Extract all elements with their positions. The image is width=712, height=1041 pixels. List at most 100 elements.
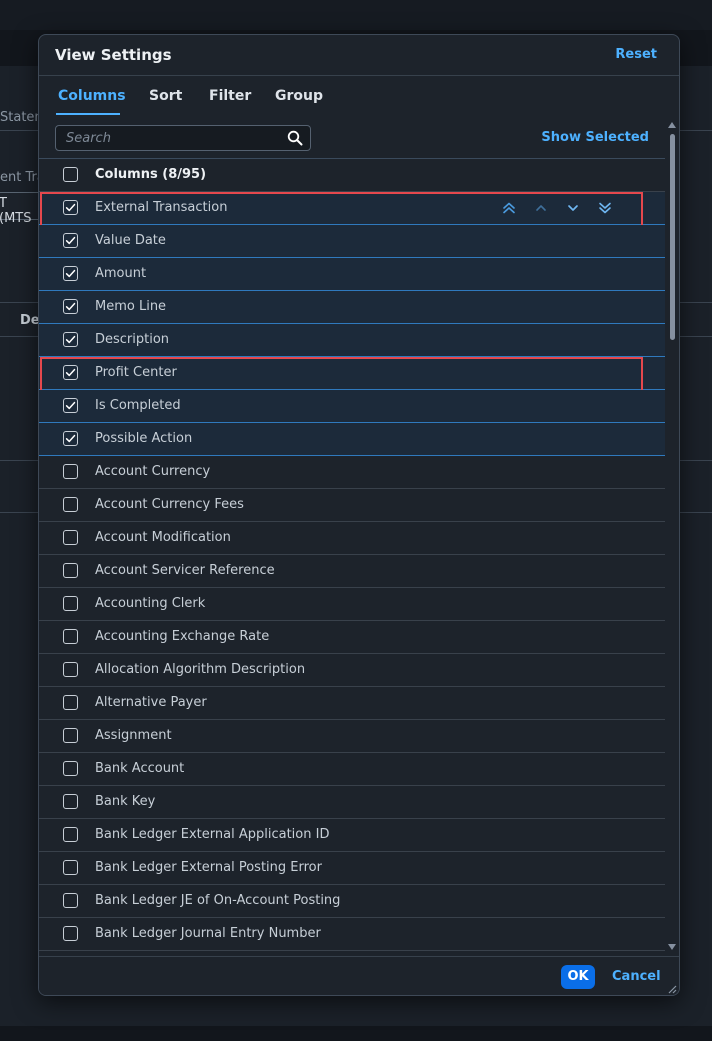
dialog-footer: OK Cancel bbox=[39, 956, 679, 995]
app-header-bar bbox=[0, 0, 712, 30]
column-label: Account Servicer Reference bbox=[95, 563, 275, 578]
tab-sort[interactable]: Sort bbox=[149, 88, 182, 104]
column-row[interactable]: Description bbox=[39, 324, 665, 357]
column-row[interactable]: Account Currency bbox=[39, 456, 665, 489]
column-row[interactable]: Account Modification bbox=[39, 522, 665, 555]
bg-column-header-de: De bbox=[20, 313, 40, 328]
checked-checkbox[interactable] bbox=[63, 266, 78, 281]
column-label: Account Currency bbox=[95, 464, 211, 479]
column-label: Description bbox=[95, 332, 170, 347]
column-label: External Transaction bbox=[95, 200, 228, 215]
column-label: Possible Action bbox=[95, 431, 193, 446]
column-label: Bank Ledger Journal Entry Number bbox=[95, 926, 321, 941]
unchecked-checkbox[interactable] bbox=[63, 596, 78, 611]
checked-checkbox[interactable] bbox=[63, 200, 78, 215]
tab-columns[interactable]: Columns bbox=[58, 88, 126, 104]
column-row[interactable]: Value Date bbox=[39, 225, 665, 258]
column-row[interactable]: Possible Action bbox=[39, 423, 665, 456]
select-all-row[interactable]: Columns (8/95) bbox=[39, 159, 665, 192]
column-label: Bank Account bbox=[95, 761, 185, 776]
column-row[interactable]: External Transaction bbox=[39, 192, 665, 227]
column-row[interactable]: Allocation Algorithm Description bbox=[39, 654, 665, 687]
checked-checkbox[interactable] bbox=[63, 299, 78, 314]
tab-bar: Columns Sort Filter Group bbox=[39, 76, 679, 116]
reset-button[interactable]: Reset bbox=[615, 47, 657, 62]
column-label: Account Modification bbox=[95, 530, 231, 545]
column-row[interactable]: Amount bbox=[39, 258, 665, 291]
scroll-down-arrow-icon[interactable] bbox=[668, 944, 676, 950]
column-label: Assignment bbox=[95, 728, 172, 743]
resize-handle-icon[interactable] bbox=[667, 984, 677, 994]
cancel-button[interactable]: Cancel bbox=[612, 969, 661, 984]
column-label: Is Completed bbox=[95, 398, 181, 413]
unchecked-checkbox[interactable] bbox=[63, 497, 78, 512]
bg-statement-text: Staten bbox=[0, 110, 43, 125]
view-settings-dialog: View Settings Reset Columns Sort Filter … bbox=[38, 34, 680, 996]
unchecked-checkbox[interactable] bbox=[63, 860, 78, 875]
column-label: Accounting Exchange Rate bbox=[95, 629, 270, 644]
column-label: Alternative Payer bbox=[95, 695, 207, 710]
move-down-icon[interactable] bbox=[565, 200, 581, 216]
list-toolbar: Show Selected bbox=[39, 116, 665, 159]
column-row[interactable]: Accounting Clerk bbox=[39, 588, 665, 621]
column-label: Bank Key bbox=[95, 794, 156, 809]
bg-input-value: T (MTS bbox=[0, 196, 32, 226]
column-row[interactable]: Profit Center bbox=[39, 357, 665, 392]
columns-header-label: Columns (8/95) bbox=[95, 167, 207, 182]
unchecked-checkbox[interactable] bbox=[63, 695, 78, 710]
unchecked-checkbox[interactable] bbox=[63, 926, 78, 941]
select-all-checkbox[interactable] bbox=[63, 167, 78, 182]
show-selected-button[interactable]: Show Selected bbox=[541, 130, 649, 145]
columns-list: Columns (8/95) External Transaction Value… bbox=[39, 159, 665, 951]
column-label: Bank Ledger External Application ID bbox=[95, 827, 330, 842]
column-row[interactable]: Account Servicer Reference bbox=[39, 555, 665, 588]
dialog-title: View Settings bbox=[55, 46, 172, 64]
active-tab-indicator bbox=[56, 113, 120, 115]
unchecked-checkbox[interactable] bbox=[63, 761, 78, 776]
unchecked-checkbox[interactable] bbox=[63, 464, 78, 479]
list-scrollbar[interactable] bbox=[665, 116, 679, 956]
column-label: Value Date bbox=[95, 233, 166, 248]
column-row[interactable]: Bank Ledger External Application ID bbox=[39, 819, 665, 852]
unchecked-checkbox[interactable] bbox=[63, 893, 78, 908]
column-row[interactable]: Alternative Payer bbox=[39, 687, 665, 720]
unchecked-checkbox[interactable] bbox=[63, 662, 78, 677]
column-row[interactable]: Bank Key bbox=[39, 786, 665, 819]
column-label: Bank Ledger JE of On-Account Posting bbox=[95, 893, 341, 908]
unchecked-checkbox[interactable] bbox=[63, 728, 78, 743]
column-row[interactable]: Accounting Exchange Rate bbox=[39, 621, 665, 654]
scroll-up-arrow-icon[interactable] bbox=[668, 122, 676, 128]
move-to-bottom-icon[interactable] bbox=[597, 200, 613, 216]
scroll-thumb[interactable] bbox=[670, 134, 675, 340]
checked-checkbox[interactable] bbox=[63, 431, 78, 446]
checked-checkbox[interactable] bbox=[63, 332, 78, 347]
tab-filter[interactable]: Filter bbox=[209, 88, 251, 104]
column-row[interactable]: Bank Ledger External Posting Error bbox=[39, 852, 665, 885]
column-row[interactable]: Bank Account bbox=[39, 753, 665, 786]
column-row[interactable]: Is Completed bbox=[39, 390, 665, 423]
column-label: Allocation Algorithm Description bbox=[95, 662, 306, 677]
column-label: Amount bbox=[95, 266, 147, 281]
column-row[interactable]: Bank Ledger Journal Entry Number bbox=[39, 918, 665, 951]
move-up-icon[interactable] bbox=[533, 200, 549, 216]
unchecked-checkbox[interactable] bbox=[63, 530, 78, 545]
column-row[interactable]: Memo Line bbox=[39, 291, 665, 324]
checked-checkbox[interactable] bbox=[63, 398, 78, 413]
checked-checkbox[interactable] bbox=[63, 365, 78, 380]
ok-button[interactable]: OK bbox=[561, 965, 595, 989]
unchecked-checkbox[interactable] bbox=[63, 794, 78, 809]
column-row[interactable]: Account Currency Fees bbox=[39, 489, 665, 522]
unchecked-checkbox[interactable] bbox=[63, 629, 78, 644]
column-label: Accounting Clerk bbox=[95, 596, 206, 611]
unchecked-checkbox[interactable] bbox=[63, 563, 78, 578]
tab-group[interactable]: Group bbox=[275, 88, 323, 104]
unchecked-checkbox[interactable] bbox=[63, 827, 78, 842]
search-input[interactable] bbox=[56, 126, 296, 150]
search-field[interactable] bbox=[55, 125, 311, 151]
column-row[interactable]: Assignment bbox=[39, 720, 665, 753]
dialog-header: View Settings Reset bbox=[39, 35, 679, 76]
checked-checkbox[interactable] bbox=[63, 233, 78, 248]
move-to-top-icon[interactable] bbox=[501, 200, 517, 216]
column-row[interactable]: Bank Ledger JE of On-Account Posting bbox=[39, 885, 665, 918]
search-icon[interactable] bbox=[287, 130, 303, 146]
